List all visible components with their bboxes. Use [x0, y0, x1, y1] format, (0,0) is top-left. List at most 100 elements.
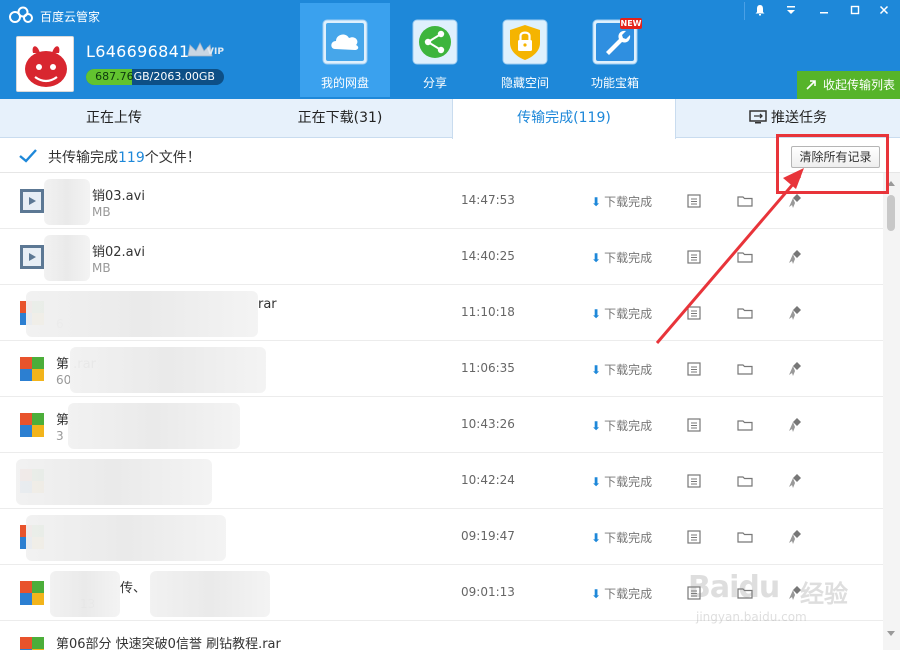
- completed-time: 09:01:13: [461, 585, 515, 599]
- clean-broom-icon[interactable]: [787, 529, 803, 545]
- download-status-text: 下载完成: [604, 531, 653, 545]
- nav-share[interactable]: 分享: [390, 3, 480, 97]
- vip-label: VIP: [207, 47, 224, 57]
- details-icon[interactable]: [686, 193, 702, 209]
- scroll-thumb[interactable]: [887, 195, 895, 231]
- open-folder-icon[interactable]: [737, 249, 753, 265]
- storage-quota-bar: 687.76GB/2063.00GB: [86, 69, 224, 85]
- open-folder-icon[interactable]: [737, 361, 753, 377]
- file-size-text: 3: [56, 429, 64, 443]
- list-item[interactable]: rar 6 11:10:18 ⬇下载完成: [0, 285, 883, 341]
- clean-broom-icon[interactable]: [787, 305, 803, 321]
- maximize-icon[interactable]: [840, 0, 870, 22]
- username: L646696841: [86, 42, 190, 61]
- list-item[interactable]: 第 3 10:43:26 ⬇ 下载完成: [0, 397, 883, 453]
- clean-broom-icon[interactable]: [787, 473, 803, 489]
- download-status: ⬇ 下载完成: [591, 193, 652, 210]
- open-folder-icon[interactable]: [737, 193, 753, 209]
- blurred-region: [70, 347, 266, 393]
- nav-label: 分享: [422, 76, 447, 90]
- blurred-region: [26, 291, 258, 337]
- menu-dropdown-icon[interactable]: [776, 0, 806, 22]
- download-arrow-icon: ⬇: [591, 419, 602, 433]
- nav-label: 我的网盘: [320, 76, 369, 90]
- storage-total-value: GB/2063.00GB: [133, 70, 215, 83]
- file-name-text: 销02.avi: [92, 245, 145, 260]
- download-status-text: 下载完成: [604, 419, 653, 433]
- open-folder-icon[interactable]: [737, 305, 753, 321]
- blurred-region: [50, 571, 120, 617]
- list-item[interactable]: 09:19:47 ⬇ 下载完成: [0, 509, 883, 565]
- download-status-text: 下载完成: [604, 251, 653, 265]
- collapse-transfer-list-label: 收起传输列表: [823, 78, 896, 92]
- watermark-url: jingyan.baidu.com: [696, 610, 807, 624]
- video-file-icon: [20, 189, 44, 213]
- details-icon[interactable]: [686, 473, 702, 489]
- nav-my-disk[interactable]: 我的网盘: [300, 3, 390, 97]
- check-icon: [19, 149, 37, 163]
- minimize-icon[interactable]: [809, 0, 839, 22]
- completed-time: 14:40:25: [461, 249, 515, 263]
- file-name-text: 传、: [120, 581, 147, 596]
- download-arrow-icon: ⬇: [591, 531, 602, 545]
- download-status: ⬇ 下载完成: [591, 529, 652, 546]
- list-item[interactable]: 销03.avi MB 14:47:53 ⬇ 下载完成: [0, 173, 883, 229]
- baidu-cloud-logo-icon: [9, 6, 33, 23]
- nav-label: 隐藏空间: [500, 76, 549, 90]
- details-icon[interactable]: [686, 417, 702, 433]
- collapse-transfer-list-button[interactable]: 收起传输列表: [797, 71, 900, 99]
- nav-hidden-space[interactable]: 隐藏空间: [480, 3, 570, 97]
- clean-broom-icon[interactable]: [787, 361, 803, 377]
- tab-completed[interactable]: 传输完成(119): [452, 99, 676, 139]
- close-icon[interactable]: [869, 0, 899, 22]
- storage-used-value: 687.76: [95, 70, 134, 83]
- archive-file-icon: [20, 637, 44, 650]
- details-icon[interactable]: [686, 305, 702, 321]
- list-item[interactable]: 销02.avi MB 14:40:25 ⬇ 下载完成: [0, 229, 883, 285]
- open-folder-icon[interactable]: [737, 473, 753, 489]
- blurred-region: [26, 515, 226, 561]
- video-file-icon: [20, 245, 44, 269]
- notification-bell-icon[interactable]: [745, 0, 775, 22]
- nav-label: 功能宝箱: [590, 76, 639, 90]
- download-arrow-icon: ⬇: [591, 195, 602, 209]
- header: 百度云管家 L646696841 VIP 687.76GB/2063.00GB: [0, 0, 900, 99]
- download-status: ⬇ 下载完成: [591, 361, 652, 378]
- download-status: ⬇ 下载完成: [591, 249, 652, 266]
- storage-quota-text: 687.76GB/2063.00GB: [86, 69, 224, 85]
- clean-broom-icon[interactable]: [787, 193, 803, 209]
- baidu-jingyan-watermark: Baidu 经验 jingyan.baidu.com: [688, 570, 848, 630]
- download-status: ⬇ 下载完成: [591, 473, 652, 490]
- completed-time: 09:19:47: [461, 529, 515, 543]
- clean-broom-icon[interactable]: [787, 417, 803, 433]
- transfer-tabs: 正在上传 正在下载(31) 传输完成(119) 推送任务: [0, 99, 900, 139]
- clean-broom-icon[interactable]: [787, 249, 803, 265]
- download-status-text: 下载完成: [604, 195, 653, 209]
- list-scrollbar[interactable]: [883, 173, 900, 650]
- avatar[interactable]: [16, 36, 74, 92]
- list-item[interactable]: 第 .rar 60 11:06:35 ⬇下载完成: [0, 341, 883, 397]
- cloud-icon: [322, 19, 368, 65]
- open-folder-icon[interactable]: [737, 417, 753, 433]
- completed-time: 11:10:18: [461, 305, 515, 319]
- tab-downloading[interactable]: 正在下载(31): [228, 99, 452, 138]
- scroll-down-arrow-icon[interactable]: [887, 631, 895, 636]
- app-title: 百度云管家: [40, 10, 101, 24]
- list-item[interactable]: 10:42:24 ⬇ 下载完成: [0, 453, 883, 509]
- tab-push-tasks[interactable]: 推送任务: [676, 99, 900, 138]
- details-icon[interactable]: [686, 249, 702, 265]
- file-name-text: rar: [258, 297, 277, 312]
- completed-time: 14:47:53: [461, 193, 515, 207]
- summary-text: 共传输完成119个文件！: [48, 147, 201, 167]
- tab-uploading[interactable]: 正在上传: [0, 99, 228, 138]
- blurred-region: [44, 179, 90, 225]
- open-folder-icon[interactable]: [737, 529, 753, 545]
- details-icon[interactable]: [686, 361, 702, 377]
- summary-count: 119: [118, 150, 145, 166]
- file-name: 第06部分 快速突破0信誉 刷钻教程.rar: [56, 637, 281, 650]
- summary-bar: 共传输完成119个文件！: [0, 139, 900, 173]
- nav-toolbox[interactable]: NEW 功能宝箱: [570, 3, 660, 97]
- download-status: ⬇ 下载完成: [591, 305, 652, 322]
- file-size-text: MB: [92, 205, 111, 219]
- details-icon[interactable]: [686, 529, 702, 545]
